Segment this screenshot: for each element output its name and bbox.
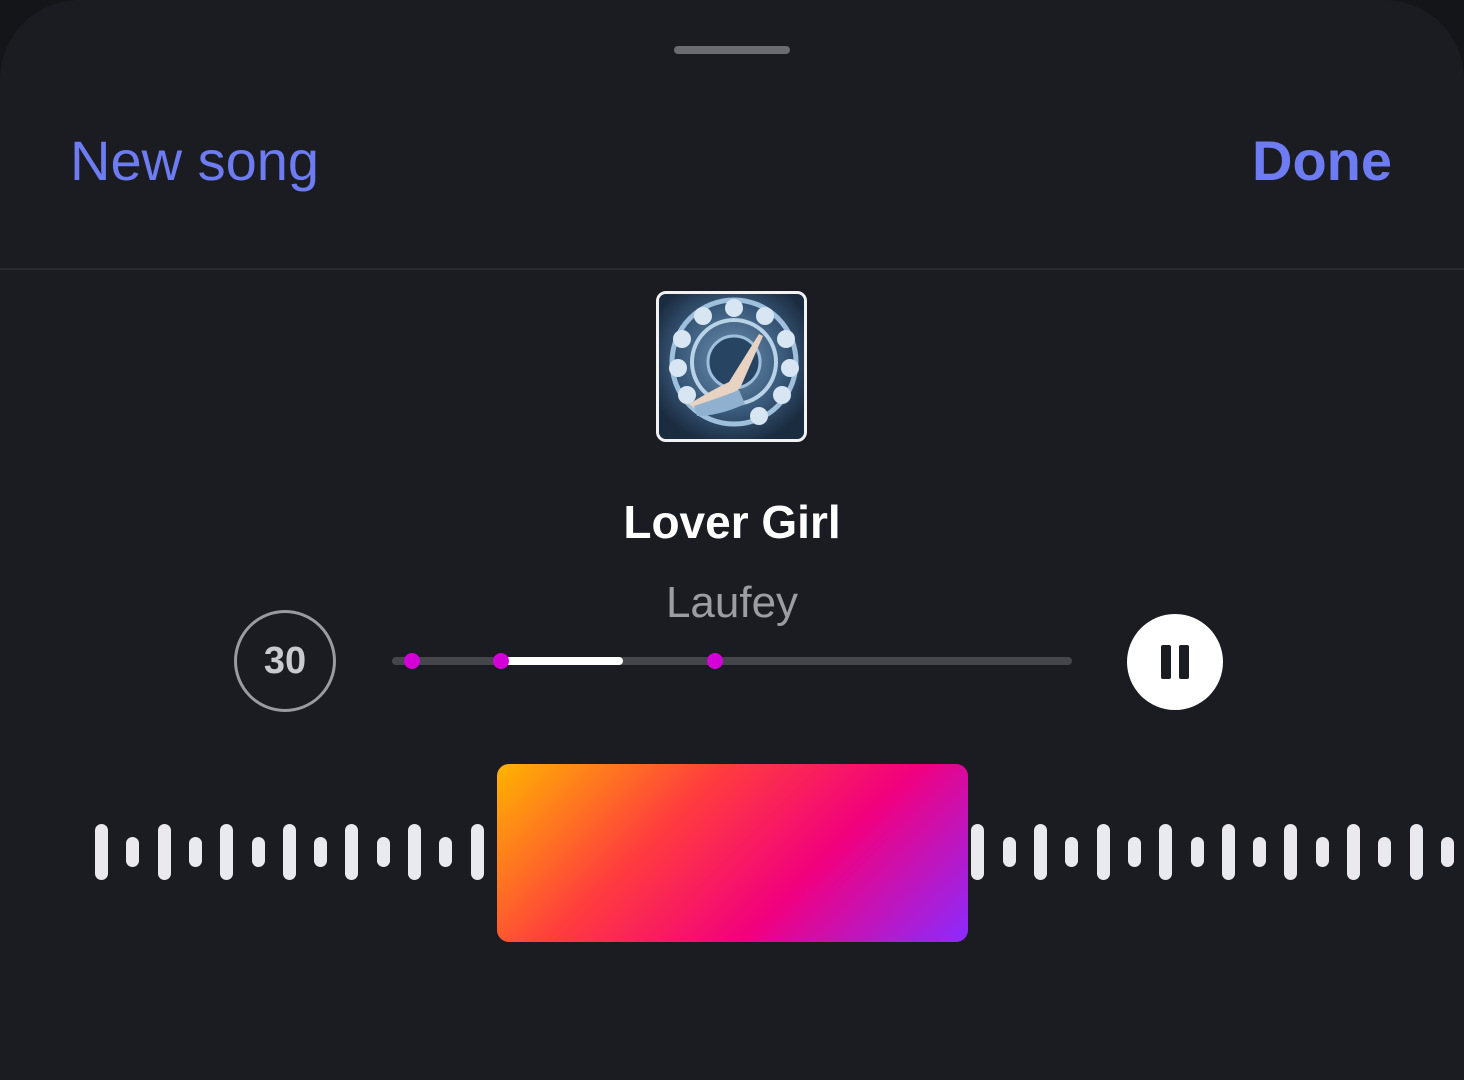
waveform-bar xyxy=(1159,824,1173,880)
waveform-bar xyxy=(1127,837,1141,867)
waveform-bar xyxy=(971,824,985,880)
album-cover-art xyxy=(659,294,804,439)
waveform-bar xyxy=(408,824,421,880)
song-progress-track[interactable] xyxy=(392,653,1072,669)
waveform-bar xyxy=(1347,824,1360,880)
waveform-bar xyxy=(1284,824,1298,880)
song-title: Lover Girl xyxy=(623,496,841,548)
waveform-bar xyxy=(1315,837,1329,867)
sheet-grabber[interactable] xyxy=(674,46,790,54)
waveform-bar xyxy=(376,837,390,867)
waveform-bar xyxy=(1409,824,1423,880)
music-picker-sheet: New song Done Lover Girl Laufey 30 xyxy=(0,0,1464,1080)
waveform-bar xyxy=(1440,837,1454,867)
waveform-bar xyxy=(220,824,234,880)
waveform-bar xyxy=(1034,824,1047,880)
song-progress-fill xyxy=(500,657,624,665)
waveform-bar xyxy=(1378,837,1392,867)
waveform-bar xyxy=(1065,837,1079,867)
progress-marker[interactable] xyxy=(707,653,723,669)
progress-marker[interactable] xyxy=(492,653,509,669)
done-button[interactable]: Done xyxy=(1252,128,1392,194)
waveform-bar xyxy=(251,837,265,867)
clip-duration-button[interactable]: 30 xyxy=(234,610,336,712)
waveform-bar xyxy=(470,824,484,880)
waveform-bar xyxy=(126,837,140,867)
waveform-bar xyxy=(188,837,202,867)
waveform-bar xyxy=(1002,837,1016,867)
progress-marker[interactable] xyxy=(404,653,421,669)
waveform-bar xyxy=(439,837,453,867)
header-divider xyxy=(0,268,1464,270)
pause-button[interactable] xyxy=(1127,614,1223,710)
waveform-bar xyxy=(1221,824,1235,880)
album-cover xyxy=(656,291,807,442)
waveform-bar xyxy=(345,824,359,880)
song-artist: Laufey xyxy=(665,578,799,627)
waveform-bar xyxy=(157,824,171,880)
waveform-bar xyxy=(1096,824,1110,880)
new-song-button[interactable]: New song xyxy=(70,128,319,194)
waveform-bar xyxy=(1190,837,1204,867)
pause-icon xyxy=(1157,645,1193,679)
waveform-bar xyxy=(95,824,108,880)
waveform-bar xyxy=(314,837,328,867)
waveform-bar xyxy=(282,824,296,880)
clip-selection-frame[interactable] xyxy=(497,764,968,942)
waveform-bar xyxy=(1253,837,1267,867)
